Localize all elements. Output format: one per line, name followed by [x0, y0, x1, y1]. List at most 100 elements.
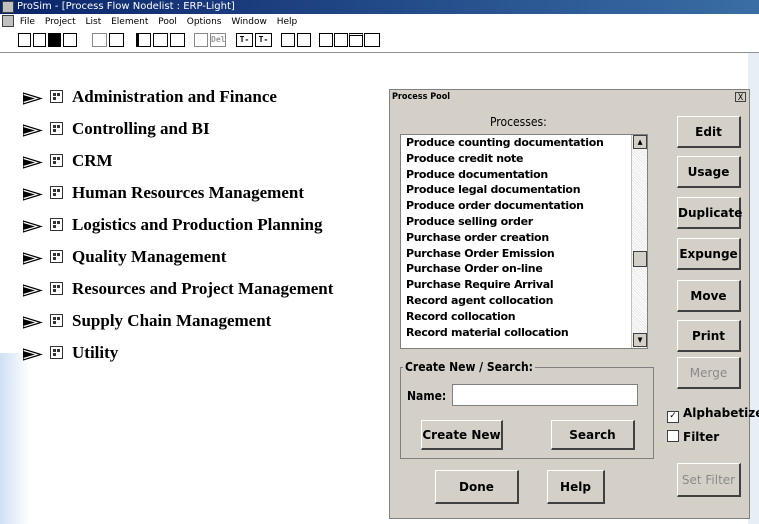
edit-button[interactable]: Edit: [677, 116, 741, 148]
menu-window[interactable]: Window: [231, 17, 267, 27]
list-item[interactable]: Purchase order creation: [401, 230, 647, 246]
list-item[interactable]: Produce counting documentation: [401, 135, 647, 151]
node-icon: [50, 186, 63, 199]
tree-item-utility[interactable]: Utility: [23, 343, 118, 367]
menubar: File Project List Element Pool Options W…: [0, 14, 759, 30]
move-up-icon[interactable]: [281, 33, 295, 47]
tree-item-label: Resources and Project Management: [72, 279, 334, 298]
help-button[interactable]: Help: [547, 470, 605, 504]
delete-tool[interactable]: Del: [210, 33, 226, 47]
tree-expand-icon[interactable]: [153, 33, 168, 47]
app-icon: [2, 1, 14, 13]
checkmark-icon: ✓: [667, 411, 679, 423]
tree-item-label: Human Resources Management: [72, 183, 304, 202]
list-item[interactable]: Produce legal documentation: [401, 182, 647, 198]
list-item[interactable]: Record agent collocation: [401, 293, 647, 309]
list-item[interactable]: Purchase Require Arrival: [401, 277, 647, 293]
tree-collapse-icon[interactable]: [170, 33, 185, 47]
tree-item-label: CRM: [72, 151, 113, 170]
list-item[interactable]: Purchase Order Emission: [401, 246, 647, 262]
tree-item-supply-chain[interactable]: Supply Chain Management: [23, 311, 271, 335]
expand-arrow-icon: [23, 284, 43, 297]
scroll-up-icon[interactable]: ▲: [633, 135, 647, 149]
move-down-icon[interactable]: [297, 33, 311, 47]
processes-label: Processes:: [490, 115, 547, 129]
list-indent-icon[interactable]: [136, 33, 151, 47]
document-window-icon[interactable]: [2, 15, 14, 27]
dialog-title: Process Pool: [390, 90, 749, 104]
list-item[interactable]: Produce selling order: [401, 214, 647, 230]
create-search-label: Create New / Search:: [403, 360, 535, 374]
name-input[interactable]: [452, 384, 638, 406]
menu-element[interactable]: Element: [111, 17, 148, 27]
expand-arrow-icon: [23, 316, 43, 329]
tree-item-quality-management[interactable]: Quality Management: [23, 247, 226, 271]
name-label: Name:: [407, 389, 447, 403]
done-button[interactable]: Done: [435, 470, 519, 504]
node-icon: [50, 314, 63, 327]
list-lines-icon[interactable]: [349, 33, 363, 47]
expand-arrow-icon: [23, 124, 43, 137]
process-list[interactable]: Produce counting documentation Produce c…: [400, 134, 648, 349]
node-icon: [50, 218, 63, 231]
scroll-down-icon[interactable]: ▼: [633, 333, 647, 347]
list-item[interactable]: Record material collocation: [401, 325, 647, 341]
expand-arrow-icon: [23, 156, 43, 169]
menu-pool[interactable]: Pool: [158, 17, 177, 27]
tree-item-controlling-bi[interactable]: Controlling and BI: [23, 119, 210, 143]
menu-file[interactable]: File: [20, 17, 35, 27]
tree-item-human-resources[interactable]: Human Resources Management: [23, 183, 304, 207]
expunge-button[interactable]: Expunge: [677, 238, 741, 270]
text-tool-right[interactable]: T-: [255, 33, 272, 47]
node-detail-icon[interactable]: [319, 33, 333, 47]
menu-project[interactable]: Project: [45, 17, 76, 27]
text-tool-left[interactable]: T-: [236, 33, 253, 47]
filter-checkbox[interactable]: Filter: [667, 430, 719, 444]
search-button[interactable]: Search: [551, 420, 635, 450]
set-filter-button[interactable]: Set Filter: [677, 463, 741, 497]
list-item[interactable]: Record collocation: [401, 309, 647, 325]
list-item[interactable]: Purchase Order on-line: [401, 261, 647, 277]
list-item[interactable]: Produce order documentation: [401, 198, 647, 214]
process-pool-dialog: Process Pool X Processes: Produce counti…: [389, 89, 759, 519]
expand-arrow-icon: [23, 252, 43, 265]
close-icon[interactable]: X: [735, 92, 746, 103]
tree-item-resources-project[interactable]: Resources and Project Management: [23, 279, 333, 303]
usage-button[interactable]: Usage: [677, 156, 741, 188]
menu-help[interactable]: Help: [277, 17, 298, 27]
grid-view-icon[interactable]: [92, 33, 107, 47]
list-item[interactable]: Produce credit note: [401, 151, 647, 167]
tree-item-administration-finance[interactable]: Administration and Finance: [23, 87, 277, 111]
alphabetize-checkbox[interactable]: ✓ Alphabetize: [667, 406, 759, 423]
expand-arrow-icon: [23, 92, 43, 105]
list-scrollbar[interactable]: ▲ ▼: [631, 135, 647, 348]
menu-options[interactable]: Options: [187, 17, 222, 27]
node-compare-icon[interactable]: [334, 33, 348, 47]
print-icon[interactable]: [63, 33, 77, 47]
tree-item-label: Quality Management: [72, 247, 227, 266]
menu-list[interactable]: List: [85, 17, 101, 27]
node-view-icon[interactable]: [109, 33, 124, 47]
expand-arrow-icon: [23, 220, 43, 233]
save-disk-icon[interactable]: [48, 33, 61, 47]
workspace-shading: [0, 353, 30, 524]
tree-item-crm[interactable]: CRM: [23, 151, 113, 175]
duplicate-button[interactable]: Duplicate: [677, 197, 742, 229]
tree-item-label: Administration and Finance: [72, 87, 277, 106]
grid-table-icon[interactable]: [364, 33, 380, 47]
move-button[interactable]: Move: [677, 280, 741, 312]
print-button[interactable]: Print: [677, 320, 741, 352]
node-icon: [50, 282, 63, 295]
merge-button[interactable]: Merge: [677, 357, 741, 389]
alphabetize-label: Alphabetize: [683, 406, 759, 420]
table-icon[interactable]: [194, 33, 208, 47]
list-item[interactable]: Produce documentation: [401, 167, 647, 183]
expand-arrow-icon: [23, 188, 43, 201]
create-new-button[interactable]: Create New: [421, 420, 503, 450]
tree-item-logistics-production[interactable]: Logistics and Production Planning: [23, 215, 323, 239]
new-file-icon[interactable]: [18, 33, 31, 47]
open-folder-icon[interactable]: [33, 33, 46, 47]
node-icon: [50, 154, 63, 167]
tree-item-label: Utility: [72, 343, 119, 362]
scroll-thumb[interactable]: [633, 251, 647, 267]
